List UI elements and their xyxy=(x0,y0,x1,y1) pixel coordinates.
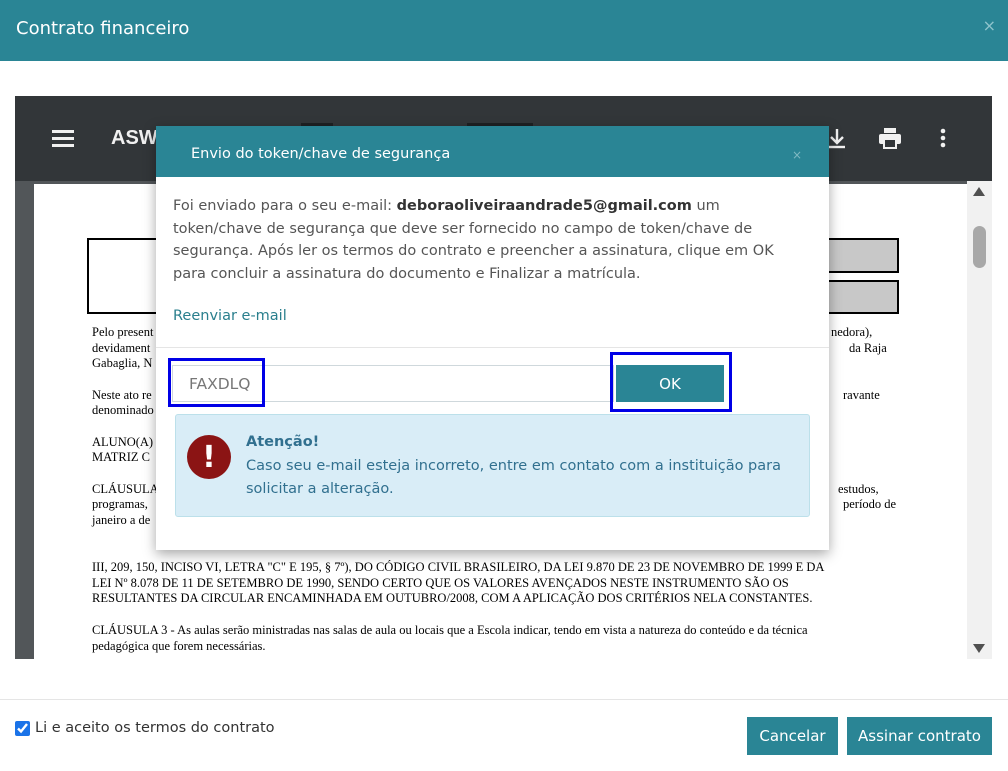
attention-alert: ! Atenção! Caso seu e-mail esteja incorr… xyxy=(175,414,810,517)
token-dialog: Envio do token/chave de segurança × Foi … xyxy=(156,126,829,550)
doc-line-left: devidament xyxy=(92,341,151,355)
doc-line-left: Gabaglia, N xyxy=(92,356,153,370)
more-options-icon[interactable] xyxy=(940,128,946,148)
scroll-down-arrow-icon[interactable] xyxy=(973,644,985,653)
scroll-up-arrow-icon[interactable] xyxy=(973,187,985,196)
doc-line-left: denominado xyxy=(92,403,154,417)
cancel-button[interactable]: Cancelar xyxy=(747,717,838,755)
footer-divider xyxy=(0,699,1008,700)
sign-contract-button[interactable]: Assinar contrato xyxy=(847,717,992,755)
alert-text: Caso seu e-mail esteja incorreto, entre … xyxy=(246,458,781,497)
ok-button[interactable]: OK xyxy=(616,365,724,402)
exclamation-icon: ! xyxy=(187,435,231,479)
dialog-close-icon[interactable]: × xyxy=(792,149,802,161)
doc-line-right: da Raja xyxy=(849,341,887,355)
doc-clause-3-line: pedagógica que forem necessárias. xyxy=(92,639,266,653)
scroll-thumb[interactable] xyxy=(973,226,986,269)
modal-title: Contrato financeiro xyxy=(16,18,190,39)
doc-line-left: ALUNO(A) xyxy=(92,435,154,449)
download-icon[interactable] xyxy=(826,127,848,151)
pdf-scrollbar[interactable] xyxy=(967,181,992,659)
doc-clause-3-line: CLÁUSULA 3 - As aulas serão ministradas … xyxy=(92,623,808,637)
doc-line-right: estudos, xyxy=(838,482,879,496)
modal-header: Contrato financeiro × xyxy=(0,0,1008,61)
doc-line-left: Neste ato re xyxy=(92,388,152,402)
menu-icon[interactable] xyxy=(52,130,74,147)
email-address: deboraoliveiraandrade5@gmail.com xyxy=(396,198,692,214)
doc-line-left: janeiro a de xyxy=(92,513,151,527)
doc-line-right: ravante xyxy=(843,388,880,402)
resend-email-link[interactable]: Reenviar e-mail xyxy=(173,308,287,324)
print-icon[interactable] xyxy=(877,127,903,149)
doc-clause-2-line: RESULTANTES DA CIRCULAR ENCAMINHADA EM O… xyxy=(92,591,813,605)
doc-line-right: período de xyxy=(843,497,897,511)
accept-terms-checkbox[interactable] xyxy=(15,720,30,736)
doc-line-left: MATRIZ C xyxy=(92,450,150,464)
dialog-header: Envio do token/chave de segurança × xyxy=(156,126,829,177)
alert-title: Atenção! xyxy=(246,434,320,450)
accept-terms[interactable]: Li e aceito os termos do contrato xyxy=(15,720,275,736)
dialog-title: Envio do token/chave de segurança xyxy=(191,146,451,162)
accept-terms-label: Li e aceito os termos do contrato xyxy=(35,720,275,736)
modal-close-icon[interactable]: × xyxy=(983,18,996,34)
doc-line-left: programas, xyxy=(92,497,148,511)
token-input[interactable] xyxy=(172,365,614,402)
doc-clause-2-line: LEI Nº 8.078 DE 11 DE SETEMBRO DE 1990, … xyxy=(92,576,789,590)
doc-line-right: nedora), xyxy=(831,325,873,339)
pdf-document-title: ASW xyxy=(111,127,158,149)
dialog-message: Foi enviado para o seu e-mail: deboraoli… xyxy=(173,198,774,282)
doc-clause-2-line: III, 209, 150, INCISO VI, LETRA "C" E 19… xyxy=(92,560,825,574)
doc-line-left: Pelo present xyxy=(92,325,154,339)
doc-line-left: CLÁUSULA xyxy=(92,482,159,496)
dialog-divider xyxy=(156,347,829,348)
